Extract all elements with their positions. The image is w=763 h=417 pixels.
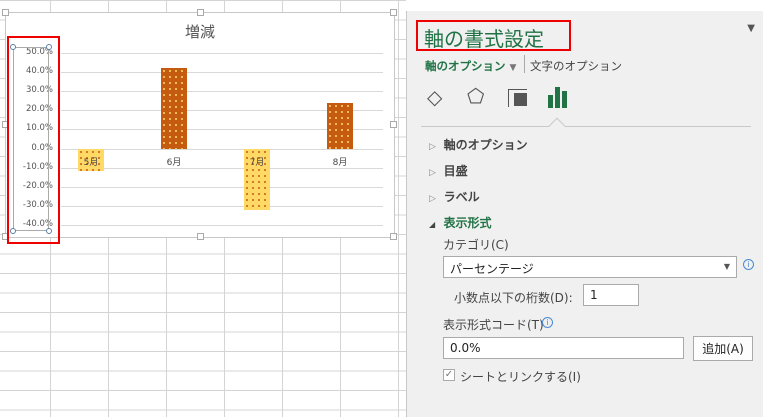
chevron-down-icon: ▼	[723, 262, 730, 271]
resize-handle[interactable]	[390, 9, 397, 16]
section-label: 表示形式	[443, 216, 492, 230]
size-properties-icon[interactable]	[508, 89, 527, 107]
gridline	[61, 168, 383, 169]
resize-handle[interactable]	[390, 121, 397, 128]
format-code-input[interactable]: 0.0%	[443, 337, 684, 359]
bar-6月[interactable]	[161, 68, 187, 149]
tab-label: 軸のオプション	[425, 59, 506, 73]
divider	[524, 55, 525, 73]
section-label: 目盛	[443, 164, 468, 178]
gridline	[61, 72, 383, 73]
info-icon[interactable]: i	[542, 317, 553, 328]
section-labels[interactable]: ▷ ラベル	[429, 188, 480, 205]
format-code-label: 表示形式コード(T)	[443, 318, 544, 332]
link-to-source-label: シートとリンクする(I)	[460, 370, 581, 384]
chevron-down-icon: ▼	[509, 63, 517, 73]
x-category-label: 8月	[332, 157, 348, 168]
category-value: パーセンテージ	[450, 262, 534, 276]
section-number[interactable]: ◢ 表示形式	[429, 214, 492, 231]
gridline	[61, 206, 383, 207]
pointer	[548, 117, 566, 135]
section-label: 軸のオプション	[443, 138, 528, 152]
resize-handle[interactable]	[390, 233, 397, 240]
info-icon[interactable]: i	[743, 259, 754, 270]
decimals-input[interactable]: 1	[583, 284, 639, 306]
section-tick-marks[interactable]: ▷ 目盛	[429, 162, 468, 179]
gridline	[61, 187, 383, 188]
category-select[interactable]: パーセンテージ ▼	[443, 256, 737, 278]
decimals-label: 小数点以下の桁数(D):	[454, 291, 573, 305]
add-button[interactable]: 追加(A)	[693, 336, 753, 361]
x-category-label: 5月	[83, 157, 99, 168]
x-category-label: 6月	[166, 157, 182, 168]
x-category-label: 7月	[249, 157, 265, 168]
tab-axis-options[interactable]: 軸のオプション ▼	[425, 58, 516, 74]
section-axis-options[interactable]: ▷ 軸のオプション	[429, 136, 528, 153]
gridline	[61, 225, 383, 226]
resize-handle[interactable]	[2, 9, 9, 16]
section-label: ラベル	[443, 190, 480, 204]
highlight-box	[7, 36, 60, 244]
resize-handle[interactable]	[197, 9, 204, 16]
category-label: カテゴリ(C)	[443, 238, 509, 252]
tab-text-options[interactable]: 文字のオプション	[530, 58, 622, 74]
pane-menu-icon[interactable]: ▼	[747, 23, 755, 34]
chart-title[interactable]: 増減	[6, 21, 394, 42]
gridline	[61, 149, 383, 150]
bar-8月[interactable]	[327, 102, 353, 149]
effects-icon[interactable]: ⬠	[467, 84, 484, 108]
chart[interactable]: 増減 50.0% 40.0% 30.0% 20.0% 10.0% 0.0% -10.0% -2…	[2, 9, 397, 240]
format-axis-pane: 軸の書式設定 ▼ 軸のオプション ▼ 文字のオプション ◇ ⬠ ▷ 軸のオプショ…	[406, 11, 763, 417]
pane-title: 軸の書式設定	[416, 20, 571, 51]
gridline	[61, 91, 383, 92]
gridline	[61, 53, 383, 54]
divider	[421, 126, 751, 127]
fill-line-icon[interactable]: ◇	[427, 85, 442, 109]
link-to-source-checkbox[interactable]: ✓	[443, 369, 455, 381]
resize-handle[interactable]	[197, 233, 204, 240]
